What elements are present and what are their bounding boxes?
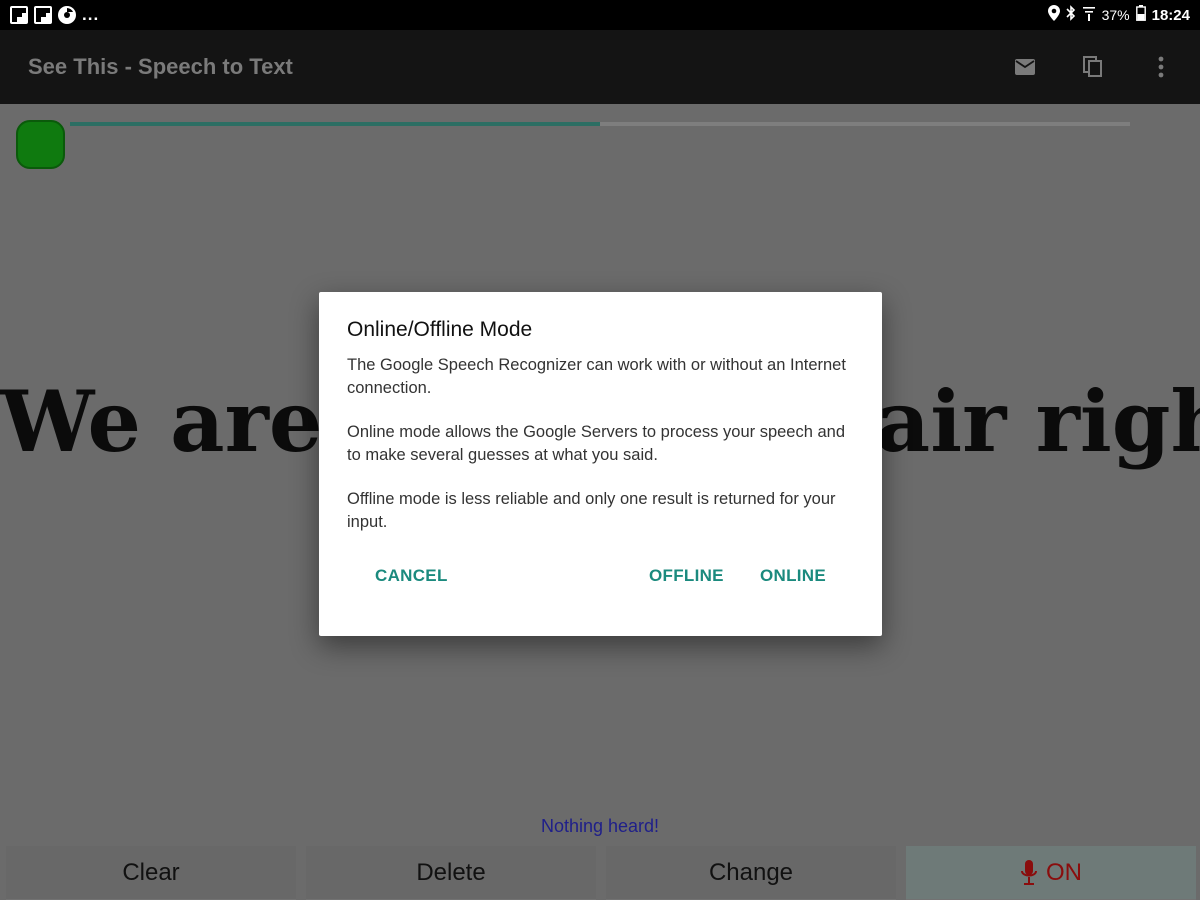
offline-button[interactable]: OFFLINE — [639, 560, 734, 592]
progress-bar — [70, 122, 1130, 126]
notification-overflow: ... — [82, 5, 100, 24]
flipboard-icon — [10, 6, 28, 24]
app-bar-actions — [1010, 52, 1176, 82]
online-offline-dialog: Online/Offline Mode The Google Speech Re… — [319, 292, 882, 636]
dialog-actions: CANCEL OFFLINE ONLINE — [319, 560, 882, 600]
status-bar-right: 37% 18:24 — [1047, 4, 1190, 26]
app-bar: See This - Speech to Text — [0, 30, 1200, 104]
status-bar: ... 37% 18:24 — [0, 0, 1200, 30]
location-icon — [1047, 4, 1060, 26]
mic-on-button[interactable]: ON — [906, 846, 1196, 900]
clear-button[interactable]: Clear — [6, 846, 296, 900]
dialog-title: Online/Offline Mode — [347, 318, 533, 341]
change-button[interactable]: Change — [606, 846, 896, 900]
delete-button[interactable]: Delete — [306, 846, 596, 900]
chrome-icon — [58, 6, 76, 24]
dialog-paragraph: Online mode allows the Google Servers to… — [347, 423, 846, 464]
mail-icon[interactable] — [1010, 52, 1040, 82]
more-vert-icon[interactable] — [1146, 52, 1176, 82]
status-message: Nothing heard! — [540, 816, 660, 836]
bottom-button-row: Clear Delete Change ON — [0, 846, 1200, 900]
mic-on-label: ON — [1046, 859, 1082, 886]
cancel-button[interactable]: CANCEL — [365, 560, 458, 592]
battery-icon — [1135, 4, 1146, 26]
microphone-icon — [1021, 860, 1037, 885]
dialog-paragraph: The Google Speech Recognizer can work wi… — [347, 356, 846, 397]
status-bar-left: ... — [10, 5, 99, 25]
progress-fill — [70, 122, 600, 126]
dialog-paragraph: Offline mode is less reliable and only o… — [347, 490, 836, 531]
copy-icon[interactable] — [1078, 52, 1108, 82]
listening-indicator — [16, 120, 65, 169]
battery-percent: 37% — [1101, 7, 1130, 23]
wifi-icon — [1082, 5, 1096, 26]
app-screen: ... 37% 18:24 See This - Speech to Text — [0, 0, 1200, 900]
app-title: See This - Speech to Text — [28, 54, 293, 79]
clock: 18:24 — [1151, 6, 1190, 24]
flipboard-icon — [34, 6, 52, 24]
bluetooth-icon — [1066, 4, 1076, 26]
online-button[interactable]: ONLINE — [750, 560, 836, 592]
